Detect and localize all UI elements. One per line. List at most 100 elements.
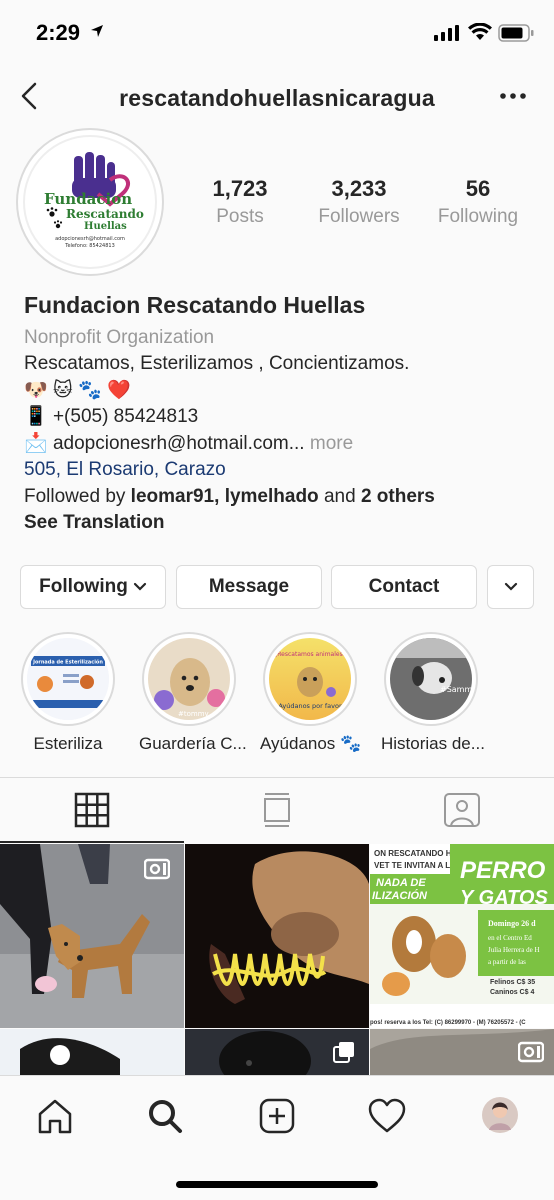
highlight-caption: Esteriliza: [33, 734, 103, 753]
cellular-signal-icon: [434, 25, 459, 41]
svg-text:Felinos C$ 35: Felinos C$ 35: [490, 979, 535, 986]
grid-post-video[interactable]: [370, 1029, 554, 1075]
story-highlight[interactable]: #Sammy Historias de...: [381, 632, 485, 754]
svg-text:Jornada de Esterilización: Jornada de Esterilización: [32, 659, 103, 666]
svg-text:Huellas: Huellas: [84, 221, 127, 232]
profile-display-name: Fundacion Rescatando Huellas: [24, 292, 366, 318]
profile-username: rescatandohuellasnicaragua: [119, 85, 435, 111]
grid-post-photo[interactable]: [185, 1029, 369, 1075]
svg-text:Telefono: 85424813: Telefono: 85424813: [64, 243, 115, 249]
foundation-logo-icon: Fundacion Rescatando Huellas adopcionesr…: [23, 135, 157, 269]
video-post-icon: [518, 1041, 544, 1063]
bio-phone-line: 📱 +(505) 85424813: [24, 404, 534, 431]
tabs-divider: [0, 777, 554, 778]
svg-text:¡Rescatamos animales!: ¡Rescatamos animales!: [275, 651, 345, 658]
svg-text:#Sammy: #Sammy: [440, 685, 472, 694]
grid-post-photo[interactable]: [185, 844, 369, 1028]
following-button[interactable]: Following: [20, 565, 166, 609]
wifi-icon: [468, 23, 492, 40]
bio-email-line: 📩 adopcionesrh@hotmail.com... more: [24, 431, 534, 458]
following-button-label: Following: [39, 576, 128, 597]
profile-location-link[interactable]: 505, El Rosario, Carazo: [24, 457, 534, 484]
home-icon[interactable]: [35, 1096, 75, 1136]
status-bar: 2:29: [0, 0, 554, 66]
message-button-label: Message: [208, 576, 290, 597]
highlight-caption: Ayúdanos 🐾: [260, 734, 362, 753]
battery-icon: [498, 24, 534, 42]
svg-text:ILIZACIÓN: ILIZACIÓN: [372, 889, 428, 902]
story-highlight[interactable]: #tommy Guardería C...: [139, 632, 247, 754]
highlight-caption: Guardería C...: [139, 734, 247, 753]
svg-text:PERRO: PERRO: [460, 857, 546, 884]
svg-text:pos! reserva a los Tel: (C) 86: pos! reserva a los Tel: (C) 86299970 - (…: [370, 1020, 526, 1026]
svg-text:Ayúdanos por favor: Ayúdanos por favor: [278, 702, 342, 710]
svg-text:Julia Herrera de H: Julia Herrera de H: [488, 946, 540, 954]
grid-post-video[interactable]: [0, 844, 184, 1028]
followers-stat[interactable]: 3,233 Followers: [299, 176, 419, 228]
svg-text:Domingo 26 d: Domingo 26 d: [488, 919, 536, 928]
activity-heart-icon[interactable]: [367, 1096, 407, 1136]
follower-separator: ,: [214, 485, 220, 507]
feed-view-icon[interactable]: [257, 790, 297, 830]
tagged-photos-icon[interactable]: [442, 790, 482, 830]
followers-count: 3,233: [331, 176, 387, 201]
followed-by-label: Followed by: [24, 485, 126, 507]
posts-stat[interactable]: 1,723 Posts: [180, 176, 300, 228]
svg-text:Fundacion: Fundacion: [44, 190, 132, 208]
envelope-emoji-icon: 📩: [24, 432, 48, 454]
profile-avatar-icon[interactable]: [479, 1094, 521, 1136]
story-highlight[interactable]: Jornada de Esterilización Esteriliza: [18, 632, 118, 754]
svg-text:#tommy: #tommy: [178, 710, 209, 718]
active-tab-indicator: [0, 841, 184, 843]
highlight-ring: #Sammy: [384, 632, 478, 726]
new-post-icon[interactable]: [257, 1096, 297, 1136]
chevron-down-icon: [504, 582, 517, 591]
highlight-caption: Historias de...: [381, 734, 485, 753]
followed-by-line[interactable]: Followed by leomar91, lymelhado and 2 ot…: [24, 484, 534, 511]
grid-view-icon[interactable]: [72, 790, 112, 830]
followed-by-others[interactable]: 2 others: [361, 486, 435, 507]
phone-emoji-icon: 📱: [24, 406, 48, 427]
posts-label: Posts: [216, 206, 264, 227]
suggested-accounts-button[interactable]: [487, 565, 534, 609]
contact-button[interactable]: Contact: [331, 565, 477, 609]
story-highlight[interactable]: ¡Rescatamos animales! Ayúdanos por favor…: [260, 632, 362, 754]
multiple-photos-icon: [333, 1042, 354, 1063]
highlight-cover: Jornada de Esterilización: [27, 638, 109, 720]
svg-text:Caninos C$ 4: Caninos C$ 4: [490, 989, 534, 996]
profile-bio: Fundacion Rescatando Huellas Nonprofit O…: [24, 292, 534, 537]
contact-button-label: Contact: [368, 576, 440, 597]
svg-text:NADA DE: NADA DE: [376, 877, 426, 889]
svg-text:en el Centro Ed: en el Centro Ed: [488, 934, 532, 942]
message-button[interactable]: Message: [176, 565, 322, 609]
highlight-cover: #tommy: [148, 638, 230, 720]
posts-count: 1,723: [212, 176, 268, 201]
see-translation-link[interactable]: See Translation: [24, 510, 534, 537]
grid-post-poster[interactable]: ON RESCATANDO HUELLAS VET TE INVITAN A L…: [370, 844, 554, 1028]
svg-text:VET TE INVITAN A LA:: VET TE INVITAN A LA:: [374, 861, 459, 870]
bio-line: Rescatamos, Esterilizamos , Concientizam…: [24, 353, 410, 374]
bio-email: adopcionesrh@hotmail.com...: [52, 432, 305, 454]
location-arrow-icon: [91, 25, 103, 37]
follower-name[interactable]: leomar91: [131, 486, 214, 507]
profile-category: Nonprofit Organization: [24, 326, 215, 348]
highlight-ring: #tommy: [142, 632, 236, 726]
following-label: Following: [437, 206, 519, 227]
profile-stats: 1,723 Posts 3,233 Followers 56 Following: [180, 176, 540, 236]
profile-avatar[interactable]: Fundacion Rescatando Huellas adopcionesr…: [16, 128, 164, 276]
bio-more-link[interactable]: more: [310, 433, 353, 454]
search-icon[interactable]: [145, 1096, 185, 1136]
following-stat[interactable]: 56 Following: [418, 176, 538, 228]
followed-by-and: and: [323, 485, 356, 507]
follower-name[interactable]: lymelhado: [225, 486, 319, 507]
more-options-icon[interactable]: [498, 86, 528, 106]
profile-nav-bar: rescatandohuellasnicaragua: [0, 66, 554, 126]
highlight-cover: #Sammy: [390, 638, 472, 720]
grid-post-photo[interactable]: [0, 1029, 184, 1075]
svg-text:adopcionesrh@hotmail.com: adopcionesrh@hotmail.com: [55, 236, 125, 242]
highlight-ring: Jornada de Esterilización: [21, 632, 115, 726]
highlight-cover: ¡Rescatamos animales! Ayúdanos por favor: [269, 638, 351, 720]
home-indicator: [176, 1181, 378, 1188]
svg-text:Rescatando: Rescatando: [66, 207, 144, 221]
svg-text:a partir de las: a partir de las: [488, 958, 526, 966]
